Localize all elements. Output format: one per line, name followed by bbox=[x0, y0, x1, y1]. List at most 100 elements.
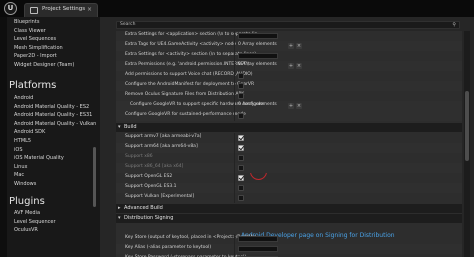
section-header[interactable]: ▾ Build bbox=[116, 123, 462, 132]
setting-row: Key Store (output of keytool, placed in … bbox=[116, 234, 462, 244]
setting-label: Support x86_64 [aka x64] bbox=[125, 164, 184, 169]
sidebar-item[interactable]: Mesh Simplification bbox=[14, 45, 63, 51]
sidebar-item[interactable]: Android Material Quality - ES2 bbox=[14, 104, 89, 110]
sidebar-item[interactable]: Widget Designer (Team) bbox=[14, 62, 74, 68]
setting-row: Support armv7 [aka armeabi-v7a] bbox=[116, 133, 462, 143]
setting-row: Support arm64 [aka arm64-v8a] bbox=[116, 143, 462, 153]
chevron-down-icon[interactable]: ▾ bbox=[118, 215, 121, 221]
column-divider[interactable] bbox=[234, 111, 235, 121]
sidebar-item[interactable]: iOS Material Quality bbox=[14, 155, 64, 161]
sidebar-heading-plugins: Plugins bbox=[9, 196, 45, 207]
sidebar-item[interactable]: Mac bbox=[14, 172, 24, 178]
setting-label: Extra Tags for UE4.GameActivity <activit… bbox=[125, 42, 237, 47]
sidebar-item[interactable]: Class Viewer bbox=[14, 28, 46, 34]
sidebar-item[interactable]: OculusVR bbox=[14, 227, 38, 233]
column-divider[interactable] bbox=[234, 234, 235, 244]
setting-row: Extra Tags for UE4.GameActivity <activit… bbox=[116, 41, 462, 51]
column-divider[interactable] bbox=[234, 41, 235, 51]
column-divider[interactable] bbox=[234, 71, 235, 81]
details-scrollbar[interactable] bbox=[464, 31, 470, 257]
settings-category-sidebar: Blueprints Class Viewer Level Sequences Mes… bbox=[0, 17, 100, 257]
sidebar-item[interactable]: Android SDK bbox=[14, 129, 45, 135]
setting-checkbox[interactable] bbox=[238, 155, 244, 161]
sidebar-item[interactable]: Android bbox=[14, 95, 33, 101]
delete-icon[interactable]: × bbox=[296, 103, 302, 109]
sidebar-item[interactable]: Windows bbox=[14, 181, 36, 187]
sidebar-item[interactable]: Blueprints bbox=[14, 19, 39, 25]
column-divider[interactable] bbox=[234, 133, 235, 143]
add-element-icon[interactable]: + bbox=[288, 103, 294, 109]
tab-project-settings[interactable]: Project Settings × bbox=[24, 3, 98, 17]
setting-label: Support Vulkan [Experimental] bbox=[125, 194, 195, 199]
setting-row: Add permissions to support Voice chat (R… bbox=[116, 71, 462, 81]
setting-checkbox[interactable] bbox=[238, 185, 244, 191]
column-divider[interactable] bbox=[234, 153, 235, 163]
chevron-down-icon[interactable]: ▾ bbox=[118, 124, 121, 130]
sidebar-item[interactable]: iOS bbox=[14, 147, 23, 153]
setting-checkbox[interactable] bbox=[238, 175, 244, 181]
tab-label: Project Settings bbox=[42, 6, 86, 12]
setting-label: Extra Settings for <activity> section (\… bbox=[125, 52, 257, 57]
sidebar-item[interactable]: Level Sequencer bbox=[14, 219, 56, 225]
setting-checkbox[interactable] bbox=[238, 165, 244, 171]
section-header[interactable]: ▾ Distribution Signing bbox=[116, 214, 462, 223]
setting-row: Remove Oculus Signature Files from Distr… bbox=[116, 91, 462, 101]
property-list: Android Developer page on Signing for Di… bbox=[116, 31, 462, 257]
delete-icon[interactable]: × bbox=[296, 63, 302, 69]
unreal-logo-icon[interactable]: U bbox=[4, 2, 17, 15]
add-element-icon[interactable]: + bbox=[288, 63, 294, 69]
column-divider[interactable] bbox=[234, 101, 235, 111]
sidebar-item[interactable]: Level Sequences bbox=[14, 36, 56, 42]
sidebar-item[interactable]: HTML5 bbox=[14, 138, 31, 144]
section-title: Build bbox=[124, 124, 137, 130]
array-elements-count: 0 Array elements bbox=[238, 62, 277, 67]
sidebar-item[interactable]: Android Material Quality - ES31 bbox=[14, 112, 92, 118]
column-divider[interactable] bbox=[234, 31, 235, 41]
setting-text-field[interactable] bbox=[238, 53, 278, 59]
column-divider[interactable] bbox=[234, 51, 235, 61]
sidebar-scrollbar[interactable] bbox=[93, 147, 96, 207]
close-icon[interactable]: × bbox=[87, 6, 92, 13]
setting-checkbox[interactable] bbox=[238, 113, 244, 119]
setting-label: Support x86 bbox=[125, 154, 153, 159]
column-divider[interactable] bbox=[234, 163, 235, 173]
section-title: Distribution Signing bbox=[124, 215, 174, 221]
sidebar-item[interactable]: Linux bbox=[14, 164, 27, 170]
setting-text-field[interactable] bbox=[238, 246, 278, 252]
column-divider[interactable] bbox=[234, 81, 235, 91]
column-divider[interactable] bbox=[234, 193, 235, 203]
setting-label: Support OpenGL ES3.1 bbox=[125, 184, 177, 189]
setting-row: Extra Permissions (e.g. 'android.permiss… bbox=[116, 61, 462, 71]
setting-checkbox[interactable] bbox=[238, 73, 244, 79]
add-element-icon[interactable]: + bbox=[288, 43, 294, 49]
sidebar-rail bbox=[0, 17, 7, 257]
delete-icon[interactable]: × bbox=[296, 43, 302, 49]
search-input[interactable]: Search ⚲ bbox=[116, 21, 460, 29]
column-divider[interactable] bbox=[234, 173, 235, 183]
setting-checkbox[interactable] bbox=[238, 83, 244, 89]
details-scrollbar-thumb[interactable] bbox=[465, 91, 469, 161]
setting-text-field[interactable] bbox=[238, 33, 278, 39]
setting-label: Support arm64 [aka arm64-v8a] bbox=[125, 144, 198, 149]
setting-label: Support armv7 [aka armeabi-v7a] bbox=[125, 134, 202, 139]
setting-checkbox[interactable] bbox=[238, 145, 244, 151]
section-header[interactable]: ▸ Advanced Build bbox=[116, 204, 462, 213]
sidebar-item[interactable]: Paper2D - Import bbox=[14, 53, 57, 59]
setting-text-field[interactable] bbox=[238, 236, 278, 242]
column-divider[interactable] bbox=[234, 61, 235, 71]
column-divider[interactable] bbox=[234, 143, 235, 153]
setting-row: Support OpenGL ES2 bbox=[116, 173, 462, 183]
search-icon[interactable]: ⚲ bbox=[452, 22, 456, 28]
column-divider[interactable] bbox=[234, 244, 235, 254]
setting-checkbox[interactable] bbox=[238, 135, 244, 141]
setting-row: Configure GoogleVR for sustained-perform… bbox=[116, 111, 462, 121]
sidebar-item[interactable]: AVF Media bbox=[14, 210, 40, 216]
setting-checkbox[interactable] bbox=[238, 93, 244, 99]
column-divider[interactable] bbox=[234, 183, 235, 193]
column-divider[interactable] bbox=[234, 91, 235, 101]
setting-checkbox[interactable] bbox=[238, 195, 244, 201]
chevron-right-icon[interactable]: ▸ bbox=[118, 205, 121, 211]
sidebar-item[interactable]: Android Material Quality - Vulkan bbox=[14, 121, 96, 127]
title-bar: U Project Settings × bbox=[0, 0, 474, 17]
setting-label: Configure GoogleVR for sustained-perform… bbox=[125, 112, 246, 117]
